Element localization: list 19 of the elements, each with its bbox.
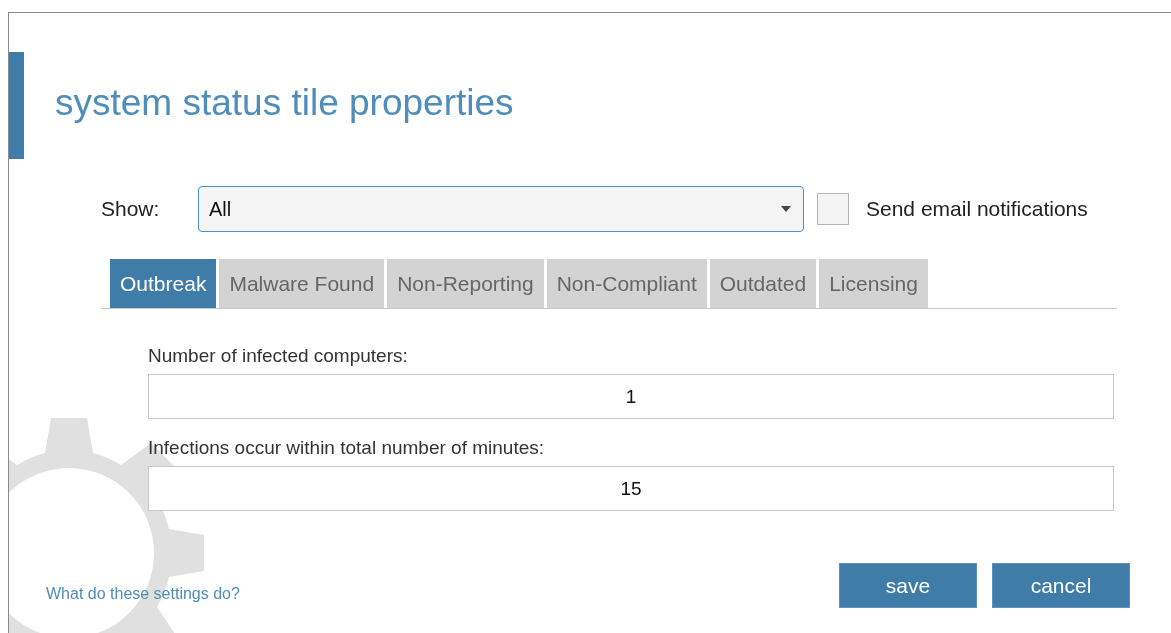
action-button[interactable]: save (839, 563, 977, 608)
tab[interactable]: Outbreak (110, 259, 217, 308)
help-link[interactable]: What do these settings do? (46, 582, 240, 606)
email-notifications-label: Send email notifications (866, 196, 1088, 223)
dialog-title: system status tile properties (55, 84, 514, 121)
field-label: Number of infected computers: (148, 344, 409, 368)
tab[interactable]: Outdated (709, 259, 817, 308)
tab[interactable]: Licensing (819, 259, 928, 308)
tab[interactable]: Non-Compliant (546, 259, 707, 308)
number-field[interactable]: 1 (148, 374, 1114, 419)
number-field[interactable]: 15 (148, 466, 1114, 511)
field-label: Infections occur within total number of minutes: (148, 436, 546, 460)
show-dropdown[interactable]: All (198, 186, 804, 232)
email-checkbox[interactable] (817, 193, 849, 225)
tab[interactable]: Non-Reporting (387, 259, 544, 308)
tab[interactable]: Malware Found (219, 259, 385, 308)
action-button[interactable]: cancel (992, 563, 1130, 608)
show-label: Show: (101, 196, 161, 223)
caret-icon (781, 206, 791, 212)
